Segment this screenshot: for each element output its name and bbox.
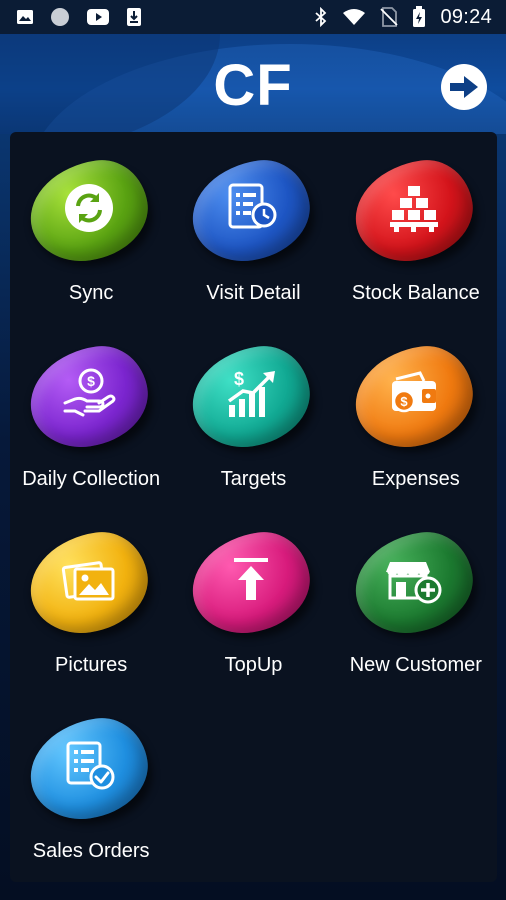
menu-item-label: Sales Orders <box>32 840 150 862</box>
blob-wrap: $ <box>186 340 318 462</box>
menu-item-label: Sync <box>68 282 114 304</box>
menu-item-label: Pictures <box>55 654 128 676</box>
targets-icon: $ <box>223 366 279 422</box>
logout-arrow-icon <box>448 73 480 101</box>
blob-wrap <box>186 154 318 276</box>
daily-collection-icon: $ <box>61 366 117 422</box>
status-time: 09:24 <box>440 5 492 28</box>
blob-wrap <box>348 526 481 648</box>
blob-wrap: $ <box>23 340 156 462</box>
menu-item-stock-balance[interactable]: Stock Balance <box>335 150 497 336</box>
menu-item-targets[interactable]: $ Targets <box>172 336 334 522</box>
blob-wrap: $ <box>348 340 481 462</box>
menu-item-label: Expenses <box>371 468 460 490</box>
svg-text:$: $ <box>400 394 408 409</box>
youtube-icon <box>86 8 110 26</box>
svg-text:$: $ <box>234 369 244 389</box>
bluetooth-icon <box>314 7 328 27</box>
menu-item-pictures[interactable]: Pictures <box>10 522 172 708</box>
menu-item-label: New Customer <box>349 654 482 676</box>
pictures-icon <box>61 552 117 608</box>
menu-item-label: Daily Collection <box>22 468 161 490</box>
svg-text:$: $ <box>87 373 95 389</box>
image-icon <box>16 8 34 26</box>
blob-wrap <box>186 526 318 648</box>
sync-icon <box>61 180 117 236</box>
no-sim-icon <box>380 7 399 27</box>
circle-icon <box>50 7 70 27</box>
menu-item-sales-orders[interactable]: Sales Orders <box>10 708 172 894</box>
logout-button[interactable] <box>441 64 487 110</box>
expenses-icon: $ <box>386 366 442 422</box>
blob-wrap <box>23 712 156 834</box>
status-right-icons: 09:24 <box>314 6 492 29</box>
topup-icon <box>223 552 279 608</box>
menu-item-new-customer[interactable]: New Customer <box>335 522 497 708</box>
menu-item-daily-collection[interactable]: $ Daily Collection <box>10 336 172 522</box>
status-left-icons <box>16 7 142 27</box>
menu-item-expenses[interactable]: $ Expenses <box>335 336 497 522</box>
stock-balance-icon <box>386 180 442 236</box>
menu-grid: Sync Visit Detail Stock Balance $ Daily … <box>10 150 497 894</box>
sales-orders-icon <box>61 738 117 794</box>
app-title: CF <box>213 53 293 118</box>
new-customer-icon <box>385 552 442 608</box>
menu-item-sync[interactable]: Sync <box>10 150 172 336</box>
visit-detail-icon <box>223 180 279 236</box>
app-header: CF <box>0 34 506 134</box>
blob-wrap <box>348 154 481 276</box>
menu-item-label: TopUp <box>224 654 283 676</box>
menu-item-visit-detail[interactable]: Visit Detail <box>172 150 334 336</box>
blob-wrap <box>23 526 156 648</box>
menu-item-label: Targets <box>220 468 287 490</box>
blob-wrap <box>23 154 156 276</box>
download-icon <box>126 7 142 27</box>
wifi-icon <box>342 8 366 26</box>
menu-item-topup[interactable]: TopUp <box>172 522 334 708</box>
menu-item-label: Stock Balance <box>351 282 480 304</box>
status-bar: 09:24 <box>0 0 506 34</box>
menu-item-label: Visit Detail <box>206 282 301 304</box>
battery-icon <box>412 6 426 28</box>
